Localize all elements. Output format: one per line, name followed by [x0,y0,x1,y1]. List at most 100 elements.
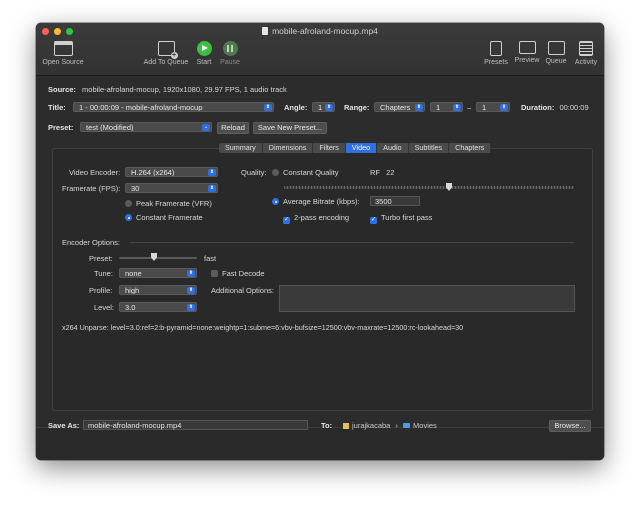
save-as-field[interactable]: mobile-afroland-mocup.mp4 [83,420,308,430]
tune-value: none [125,269,142,278]
queue-icon [547,41,565,55]
x264-unparse-text: x264 Unparse: level=3.0:ref=2:b-pyramid=… [62,323,464,332]
constant-quality-label: Constant Quality [283,168,339,177]
average-bitrate-radio[interactable]: Average Bitrate (kbps): [272,197,360,206]
framerate-label: Framerate (FPS): [62,184,121,193]
tab-video[interactable]: Video [345,143,378,153]
range-start-select[interactable]: 1 ⬍ [430,102,463,112]
footer-bar [36,427,604,460]
encoder-options-header: Encoder Options: [62,238,120,247]
duration-value: 00:00:09 [559,103,589,112]
window-title-text: mobile-afroland-mocup.mp4 [272,26,378,36]
range-end-value: 1 [482,103,487,112]
save-new-preset-button[interactable]: Save New Preset... [253,122,327,134]
title-select[interactable]: 1 - 00:00:09 - mobile-afroland-mocup ⬍ [73,102,274,112]
framerate-select[interactable]: 30 ⬍ [125,183,218,193]
folder-icon [403,423,411,428]
profile-label: Profile: [89,286,113,295]
encoder-preset-slider[interactable] [119,257,197,259]
chevron-updown-icon: ⬍ [187,270,195,277]
queue-label: Queue [545,58,567,65]
level-label: Level: [94,303,115,312]
add-to-queue-button[interactable]: + Add To Queue [140,41,192,66]
start-button[interactable]: Start [193,41,215,66]
fast-decode-checkbox[interactable]: Fast Decode [211,269,265,278]
chevron-updown-icon: ⬍ [187,287,195,294]
quality-label: Quality: [241,168,267,177]
two-pass-checkbox[interactable]: ✓ 2-pass encoding [283,213,349,224]
rf-label: RF [370,168,380,177]
path-separator: › [395,421,398,430]
activity-icon [579,41,593,56]
average-bitrate-field[interactable]: 3500 [370,196,420,206]
presets-icon [490,41,502,56]
peak-framerate-label: Peak Framerate (VFR) [136,199,212,208]
tab-filters[interactable]: Filters [313,143,346,153]
additional-options-label: Additional Options: [211,286,274,295]
fast-decode-label: Fast Decode [222,269,265,278]
angle-select-value: 1 [318,103,323,112]
radio-selected-icon [125,214,132,221]
presets-label: Presets [484,59,508,66]
preset-select-value: test (Modified) [86,123,134,132]
turbo-first-pass-checkbox[interactable]: ✓ Turbo first pass [370,213,432,224]
angle-select[interactable]: 1 ⬍ [312,102,335,112]
title-label: Title: [48,103,66,112]
average-bitrate-label: Average Bitrate (kbps): [283,197,360,206]
queue-button[interactable]: Queue [543,41,569,65]
tab-chapters[interactable]: Chapters [449,143,492,153]
tune-select[interactable]: none ⬍ [119,268,197,278]
tab-subtitles[interactable]: Subtitles [408,143,450,153]
range-start-value: 1 [436,103,441,112]
add-to-queue-icon: + [157,41,178,59]
start-label: Start [196,59,212,66]
destination-path[interactable]: jurajkacaba › Movies [343,421,437,430]
checkbox-icon [211,270,218,277]
range-end-select[interactable]: 1 ⬍ [476,102,510,112]
open-source-label: Open Source [42,59,84,66]
duration-label: Duration: [521,103,555,112]
open-source-button[interactable]: Open Source [40,41,86,66]
range-dash: – [467,103,472,112]
chevron-down-icon: ⌄ [202,124,210,131]
encoder-options-divider [130,242,574,243]
turbo-first-pass-label: Turbo first pass [381,213,433,222]
peak-framerate-radio[interactable]: Peak Framerate (VFR) [125,199,212,208]
chevron-updown-icon: ⬍ [325,104,333,111]
rf-readout: RF 22 [370,168,394,177]
additional-options-field[interactable] [279,285,575,312]
preview-label: Preview [514,57,540,64]
preview-icon [518,41,536,54]
pause-button[interactable]: Pause [217,41,243,66]
document-icon [262,27,269,35]
tab-summary[interactable]: Summary [219,143,263,153]
tab-audio[interactable]: Audio [377,143,409,153]
level-select[interactable]: 3.0 ⬍ [119,302,197,312]
range-type-select[interactable]: Chapters ⬍ [374,102,425,112]
level-value: 3.0 [125,303,136,312]
profile-select[interactable]: high ⬍ [119,285,197,295]
checkmark-icon: ✓ [283,217,290,224]
presets-button[interactable]: Presets [480,41,512,66]
chevron-updown-icon: ⬍ [415,104,423,111]
constant-framerate-radio[interactable]: Constant Framerate [125,213,203,222]
tab-dimensions[interactable]: Dimensions [262,143,314,153]
encoder-preset-value: fast [204,254,217,263]
path-folder: Movies [413,421,437,430]
home-icon [343,422,349,429]
preset-select[interactable]: test (Modified) ⌄ [80,122,212,132]
preview-button[interactable]: Preview [512,41,542,64]
reload-button[interactable]: Reload [217,122,249,134]
framerate-value: 30 [131,184,140,193]
to-label: To: [321,421,333,430]
constant-quality-radio[interactable]: Constant Quality [272,168,338,177]
tune-label: Tune: [94,269,113,278]
radio-icon [125,200,132,207]
browse-button[interactable]: Browse... [549,420,591,432]
pause-icon [222,41,238,56]
two-pass-label: 2-pass encoding [294,213,350,222]
video-encoder-select[interactable]: H.264 (x264) ⬍ [125,167,218,177]
activity-button[interactable]: Activity [570,41,602,66]
duration: Duration: 00:00:09 [521,103,589,112]
quality-slider[interactable] [284,186,574,189]
